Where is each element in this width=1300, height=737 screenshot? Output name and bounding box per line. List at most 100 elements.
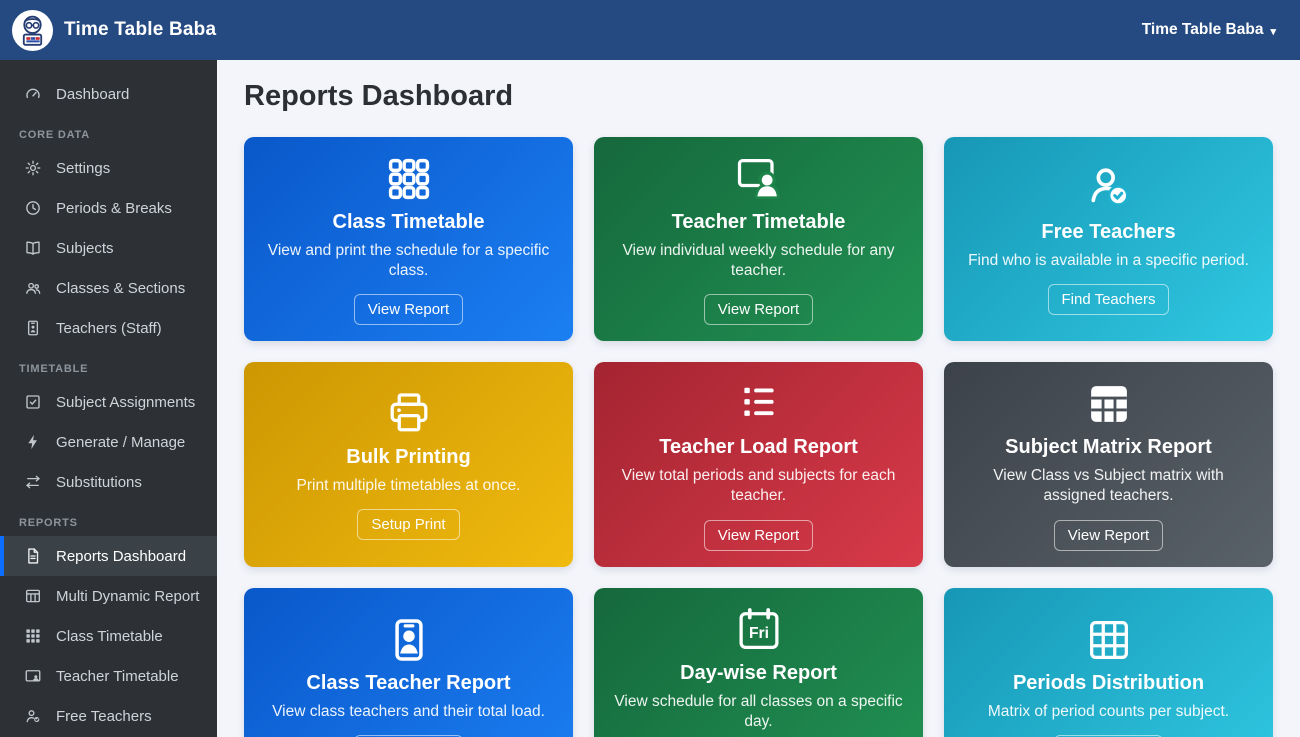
card-title: Free Teachers [1041,221,1175,244]
swap-arrows-icon [23,472,43,492]
card-title: Subject Matrix Report [1005,436,1212,459]
app-shell: Dashboard CORE DATA Settings Periods & Brea… [0,60,1300,737]
people-icon [23,278,43,298]
sidebar-item-label: Classes & Sections [56,280,185,297]
brand-title: Time Table Baba [64,19,216,41]
lightning-icon [23,432,43,452]
speedometer-icon [23,84,43,104]
sidebar-item-label: Multi Dynamic Report [56,588,199,605]
report-card-free-teachers: Free Teachers Find who is available in a … [944,137,1273,341]
svg-text:Fri: Fri [748,625,768,642]
sidebar-item-label: Teacher Timetable [56,668,179,685]
sidebar-item-subjects[interactable]: Subjects [0,228,217,268]
card-description: View total periods and subjects for each… [612,466,905,506]
report-card-periods-distribution: Periods Distribution Matrix of period cou… [944,588,1273,737]
person-video-icon [23,666,43,686]
find-teachers-button[interactable]: Find Teachers [1048,284,1170,315]
view-report-button[interactable]: View Report [704,294,813,325]
view-report-button[interactable]: View Report [1054,520,1163,551]
card-title: Class Timetable [333,211,485,234]
grid-gap-icon [23,626,43,646]
sidebar-item-label: Periods & Breaks [56,200,172,217]
sidebar-item-label: Subject Assignments [56,394,195,411]
report-card-class-timetable: Class Timetable View and print the schedu… [244,137,573,341]
report-card-teacher-load-report: Teacher Load Report View total periods an… [594,362,923,566]
card-description: View and print the schedule for a specif… [262,241,555,281]
card-description: View class teachers and their total load… [272,702,545,722]
table-fill-icon [1083,378,1135,430]
sidebar-item-settings[interactable]: Settings [0,148,217,188]
brand[interactable]: Time Table Baba [12,10,216,51]
calendar-fri-icon: Fri [733,604,785,656]
card-description: Matrix of period counts per subject. [988,702,1229,722]
app-root: Time Table Baba Time Table Baba ▾ Dashbo… [0,0,1300,737]
chevron-down-icon: ▾ [1270,25,1276,38]
card-description: Find who is available in a specific peri… [968,251,1249,271]
sidebar-item-dashboard[interactable]: Dashboard [0,74,217,114]
grid-gap-icon [383,153,435,205]
sidebar-item-label: Settings [56,160,110,177]
book-icon [23,238,43,258]
card-title: Teacher Load Report [659,436,858,459]
person-badge-icon [383,614,435,666]
card-description: View Class vs Subject matrix with assign… [962,466,1255,506]
sidebar-item-label: Subjects [56,240,114,257]
sidebar-item-reports-dashboard[interactable]: Reports Dashboard [0,536,217,576]
check-square-icon [23,392,43,412]
app-logo-icon [12,10,53,51]
sidebar-item-label: Teachers (Staff) [56,320,162,337]
person-badge-icon [23,318,43,338]
sidebar-section-core-data: CORE DATA [0,124,217,146]
card-description: Print multiple timetables at once. [297,476,521,496]
card-description: View individual weekly schedule for any … [612,241,905,281]
report-card-subject-matrix-report: Subject Matrix Report View Class vs Subje… [944,362,1273,566]
sidebar: Dashboard CORE DATA Settings Periods & Brea… [0,60,217,737]
table-icon [23,586,43,606]
sidebar-item-generate-manage[interactable]: Generate / Manage [0,422,217,462]
sidebar-item-periods-breaks[interactable]: Periods & Breaks [0,188,217,228]
list-icon [733,378,785,430]
card-title: Day-wise Report [680,662,837,685]
report-card-class-teacher-report: Class Teacher Report View class teachers … [244,588,573,737]
sidebar-item-label: Free Teachers [56,708,152,725]
sidebar-item-label: Dashboard [56,86,129,103]
person-check-icon [1083,163,1135,215]
sidebar-item-substitutions[interactable]: Substitutions [0,462,217,502]
sidebar-item-free-teachers[interactable]: Free Teachers [0,696,217,736]
view-report-button[interactable]: View Report [704,520,813,551]
clock-icon [23,198,43,218]
user-menu-label: Time Table Baba [1142,21,1264,39]
report-card-bulk-printing: Bulk Printing Print multiple timetables a… [244,362,573,566]
report-card-day-wise-report: Fri Day-wise Report View schedule for all … [594,588,923,737]
card-description: View schedule for all classes on a speci… [612,692,905,732]
sidebar-item-class-timetable[interactable]: Class Timetable [0,616,217,656]
sidebar-item-subject-assignments[interactable]: Subject Assignments [0,382,217,422]
sidebar-item-label: Reports Dashboard [56,548,186,565]
card-title: Teacher Timetable [672,211,846,234]
gear-icon [23,158,43,178]
card-title: Class Teacher Report [306,672,510,695]
sidebar-item-teachers-staff[interactable]: Teachers (Staff) [0,308,217,348]
person-check-icon [23,706,43,726]
main-content: Reports Dashboard Class Timetable View an… [217,60,1300,737]
view-report-button[interactable]: View Report [354,294,463,325]
report-card-teacher-timetable: Teacher Timetable View individual weekly … [594,137,923,341]
sidebar-item-multi-dynamic-report[interactable]: Multi Dynamic Report [0,576,217,616]
sidebar-item-teacher-timetable[interactable]: Teacher Timetable [0,656,217,696]
top-navbar: Time Table Baba Time Table Baba ▾ [0,0,1300,60]
sidebar-item-label: Substitutions [56,474,142,491]
sidebar-item-classes-sections[interactable]: Classes & Sections [0,268,217,308]
card-title: Bulk Printing [346,446,470,469]
grid-lines-icon [1083,614,1135,666]
file-text-icon [23,546,43,566]
setup-print-button[interactable]: Setup Print [357,509,459,540]
user-menu-dropdown[interactable]: Time Table Baba ▾ [1142,21,1276,39]
sidebar-item-label: Generate / Manage [56,434,185,451]
page-title: Reports Dashboard [244,80,1273,113]
person-video-icon [733,153,785,205]
printer-icon [383,388,435,440]
sidebar-item-label: Class Timetable [56,628,163,645]
reports-grid: Class Timetable View and print the schedu… [244,137,1273,737]
sidebar-section-reports: REPORTS [0,512,217,534]
card-title: Periods Distribution [1013,672,1204,695]
